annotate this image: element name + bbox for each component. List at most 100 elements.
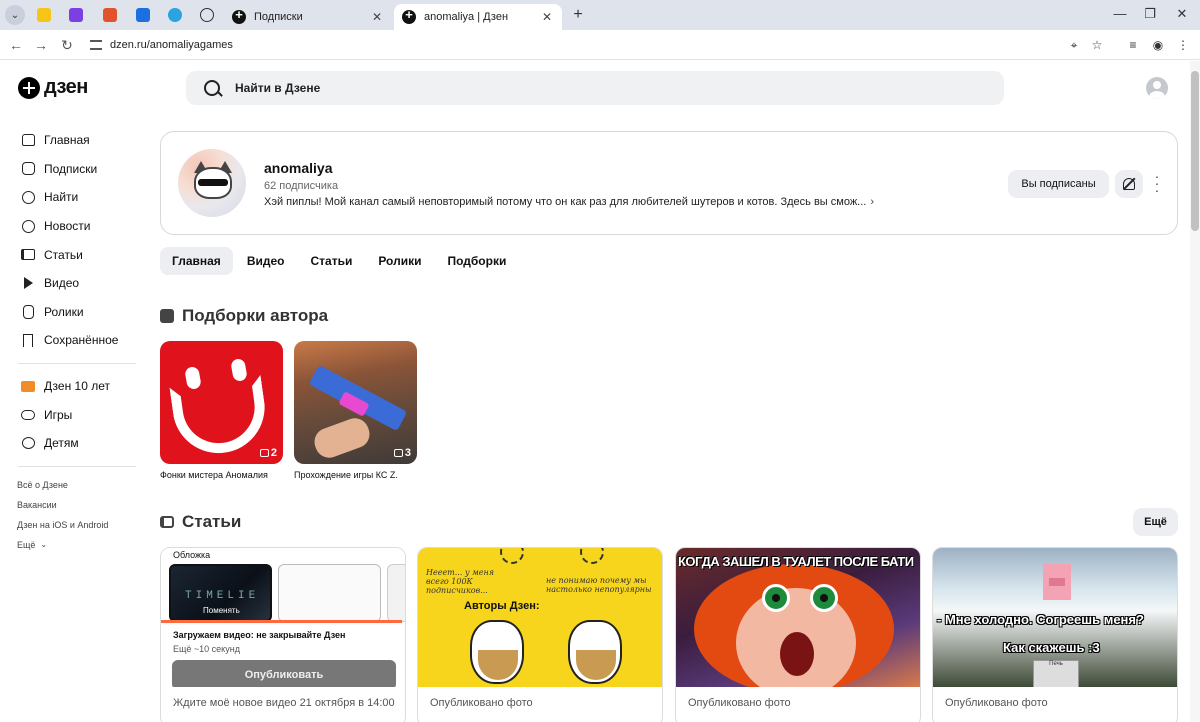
channel-subscribers: 62 подписчика <box>264 180 339 192</box>
media-icon[interactable]: ≡ <box>1126 38 1140 52</box>
article-image: - Мне холодно. Согреешь меня? Как скажеш… <box>933 548 1177 687</box>
pinned-tab-3[interactable] <box>101 6 119 24</box>
articles-icon <box>20 247 36 263</box>
profile-icon[interactable]: ◉ <box>1151 38 1165 52</box>
pinned-tab-1[interactable] <box>35 6 53 24</box>
link-vacancies[interactable]: Вакансии <box>17 495 136 515</box>
pinned-tab-2[interactable] <box>67 6 85 24</box>
tab-video[interactable]: Видео <box>235 247 297 275</box>
window-close-icon[interactable]: ✕ <box>1172 6 1192 22</box>
sidebar-item-label: Статьи <box>44 247 83 262</box>
new-tab-icon[interactable]: + <box>569 6 587 24</box>
address-bar: ← → ↻ dzen.ru/anomaliyagames ⌖ ☆ ≡ ◉ ⋮ <box>0 30 1200 60</box>
seconds-text: Ещё ~10 секунд <box>173 644 240 654</box>
search-input[interactable]: Найти в Дзене <box>186 71 1004 105</box>
url-field[interactable]: dzen.ru/anomaliyagames <box>84 34 1114 56</box>
location-icon[interactable]: ⌖ <box>1067 38 1081 52</box>
link-mobile-apps[interactable]: Дзен на iOS и Android <box>17 515 136 535</box>
article-card[interactable]: Обложка TIMELIE Поменять Загружаем видео… <box>160 547 406 722</box>
pinned-tab-6[interactable] <box>198 6 216 24</box>
sidebar-item-news[interactable]: Новости <box>16 212 136 241</box>
restore-icon[interactable]: ❐ <box>1140 6 1160 22</box>
bookmark-star-icon[interactable]: ☆ <box>1090 38 1104 52</box>
article-card[interactable]: Нееет... у меня всего 100К подписчиков..… <box>417 547 663 722</box>
sidebar-item-games[interactable]: Игры <box>16 400 136 429</box>
meme-text-line2: Как скажешь :3 <box>1003 640 1100 655</box>
furnace-block: Печь <box>1033 660 1079 687</box>
channel-name[interactable]: anomaliya <box>264 160 332 176</box>
tab-collections[interactable]: Подборки <box>435 247 518 275</box>
sidebar-item-subscriptions[interactable]: Подписки <box>16 155 136 184</box>
bell-off-icon <box>1123 178 1135 190</box>
dzen-favicon-icon <box>232 7 246 24</box>
sidebar-item-saved[interactable]: Сохранённое <box>16 326 136 355</box>
subscribed-button[interactable]: Вы подписаны <box>1008 170 1109 198</box>
link-about-dzen[interactable]: Всё о Дзене <box>17 475 136 495</box>
channel-avatar[interactable] <box>178 149 246 217</box>
sidebar-item-find[interactable]: Найти <box>16 183 136 212</box>
article-card[interactable]: КОГДА ЗАШЕЛ В ТУАЛЕТ ПОСЛЕ БАТИ Опублико… <box>675 547 921 722</box>
sidebar-item-label: Видео <box>44 276 80 291</box>
collection-count-value: 2 <box>270 447 277 459</box>
back-icon[interactable]: ← <box>8 37 24 53</box>
sidebar-item-video[interactable]: Видео <box>16 269 136 298</box>
sidebar-item-label: Игры <box>44 407 73 422</box>
browser-menu-icon[interactable]: ⋮ <box>1176 38 1190 52</box>
description-text: Хэй пиплы! Мой канал самый неповторимый … <box>264 196 867 208</box>
collection-card[interactable]: 2 Фонки мистера Аномалия <box>160 341 283 480</box>
cover-thumbnail <box>278 564 381 622</box>
minimize-icon[interactable]: — <box>1110 6 1130 21</box>
collections-title: Подборки автора <box>182 306 329 325</box>
collection-card[interactable]: 3 Прохождение игры КС Z. <box>294 341 417 480</box>
sidebar-item-articles[interactable]: Статьи <box>16 240 136 269</box>
collection-count: 3 <box>393 447 411 459</box>
site-settings-icon[interactable] <box>90 40 102 50</box>
sidebar-item-label: Ролики <box>44 304 84 319</box>
close-icon[interactable]: ✕ <box>542 10 552 24</box>
logo-text: дзен <box>44 76 88 98</box>
tab-shorts[interactable]: Ролики <box>366 247 433 275</box>
user-avatar[interactable] <box>1146 77 1168 99</box>
article-caption: Ждите моё новое видео 21 октября в 14:00 <box>173 697 395 709</box>
dzen-logo-icon <box>18 76 40 99</box>
article-image: КОГДА ЗАШЕЛ В ТУАЛЕТ ПОСЛЕ БАТИ <box>676 548 920 687</box>
more-options-icon[interactable]: · · · <box>1151 169 1163 197</box>
tab-subscriptions[interactable]: Подписки ✕ <box>224 4 392 30</box>
tab-channel[interactable]: anomaliya | Дзен ✕ <box>394 4 562 30</box>
channel-description[interactable]: Хэй пиплы! Мой канал самый неповторимый … <box>264 196 874 208</box>
loading-text: Загружаем видео: не закрывайте Дзен <box>173 630 346 640</box>
collection-icon <box>160 309 174 323</box>
tab-articles[interactable]: Статьи <box>298 247 364 275</box>
forward-icon[interactable]: → <box>33 37 49 53</box>
articles-heading: Статьи <box>160 512 241 532</box>
page-scrollbar[interactable] <box>1190 61 1200 722</box>
timeline-text: TIMELIE <box>185 590 260 602</box>
scrollbar-thumb[interactable] <box>1191 71 1199 231</box>
pinned-tab-telegram[interactable] <box>166 6 184 24</box>
notifications-button[interactable] <box>1115 170 1143 198</box>
sun-shape <box>580 548 604 564</box>
article-card[interactable]: - Мне холодно. Согреешь меня? Как скажеш… <box>932 547 1178 722</box>
link-more[interactable]: Ещё ⌄ <box>17 535 136 555</box>
articles-icon <box>160 516 174 528</box>
sidebar-item-label: Сохранённое <box>44 333 119 348</box>
tab-search-icon[interactable]: ⌄ <box>5 5 25 25</box>
dzen-logo[interactable]: дзен <box>18 76 88 99</box>
sidebar-item-dzen-10[interactable]: Дзен 10 лет <box>16 372 136 401</box>
sidebar-item-label: Новости <box>44 219 91 234</box>
sun-shape <box>500 548 524 564</box>
sidebar-item-label: Найти <box>44 190 79 205</box>
chevron-down-icon: ⌄ <box>40 540 48 550</box>
browser-tabbar: ⌄ Подписки ✕ anomaliya | Дзен ✕ + — ❐ ✕ <box>0 0 1200 30</box>
pinned-tab-4[interactable] <box>134 6 152 24</box>
close-icon[interactable]: ✕ <box>372 10 382 24</box>
collection-cover: 2 <box>160 341 283 464</box>
sidebar-item-home[interactable]: Главная <box>16 126 136 155</box>
sidebar-item-label: Дзен 10 лет <box>44 379 110 394</box>
more-button[interactable]: Ещё <box>1133 508 1178 536</box>
sidebar-item-kids[interactable]: Детям <box>16 429 136 458</box>
reload-icon[interactable]: ↻ <box>59 37 75 54</box>
sidebar-item-shorts[interactable]: Ролики <box>16 298 136 327</box>
tab-main[interactable]: Главная <box>160 247 233 275</box>
article-image: Обложка TIMELIE Поменять Загружаем видео… <box>161 548 405 687</box>
